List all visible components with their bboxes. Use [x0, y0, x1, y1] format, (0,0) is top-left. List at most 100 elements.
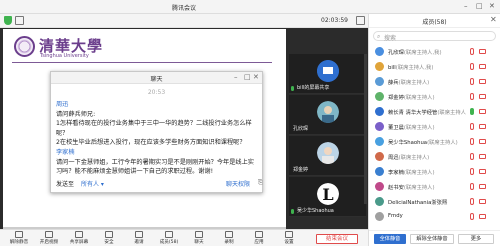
- member-row[interactable]: 赖长青 清华大学经管(联席主持人): [369, 105, 500, 118]
- video-tile[interactable]: L 吴少华Shaohua: [289, 177, 366, 217]
- close-icon[interactable]: ✕: [490, 15, 497, 24]
- close-icon[interactable]: ✕: [489, 2, 495, 11]
- member-row[interactable]: 李家楠(联席主持人): [369, 165, 500, 178]
- mic-icon[interactable]: [470, 198, 474, 205]
- camera-off-icon[interactable]: [479, 79, 486, 84]
- mic-icon[interactable]: [470, 213, 474, 220]
- camera-off-icon[interactable]: [479, 184, 486, 189]
- apps-button[interactable]: 应用: [244, 231, 274, 245]
- member-name-text: 赵书安: [388, 185, 404, 191]
- view-layout-icon[interactable]: [356, 16, 365, 25]
- member-name: 周迅(联席主持人): [388, 153, 466, 161]
- camera-off-icon[interactable]: [479, 199, 486, 204]
- window-title: 腾讯会议: [171, 5, 196, 12]
- member-row[interactable]: 吴少华Shaohua(联席主持人): [369, 135, 500, 148]
- security-label: 安全: [104, 240, 114, 245]
- minimize-icon[interactable]: –: [464, 2, 468, 11]
- member-name-text: 董卫晨: [388, 125, 404, 131]
- mic-icon[interactable]: [470, 123, 474, 130]
- camera-off-icon[interactable]: [479, 169, 486, 174]
- unmute-label: 解除静音: [9, 240, 29, 245]
- mic-icon[interactable]: [470, 153, 474, 160]
- camera-off-icon[interactable]: [479, 64, 486, 69]
- video-tile[interactable]: 孔欣琛: [289, 95, 366, 135]
- bottom-toolbar: 解除静音 开启视频 共享屏幕 安全 邀请 成员(58) 聊天 录制 应用 设置 …: [0, 229, 368, 246]
- members-icon: [165, 231, 173, 238]
- settings-button[interactable]: 设置: [274, 231, 304, 245]
- member-name: DelicialNathania浙张熙: [388, 198, 466, 206]
- info-icon[interactable]: [15, 16, 24, 25]
- mic-icon[interactable]: [470, 78, 474, 85]
- chat-dialog: 聊天 – □ ✕ 20:53 周迅 请问薛兵师兄: 1怎样看待现在的投行业务集中…: [50, 71, 263, 193]
- members-button[interactable]: 成员(58): [154, 231, 184, 245]
- chat-label: 聊天: [194, 240, 204, 245]
- mic-icon[interactable]: [470, 108, 474, 115]
- security-icon: [105, 231, 113, 238]
- camera-off-icon[interactable]: [479, 214, 486, 219]
- member-row[interactable]: bill(联席主持人,我): [369, 60, 500, 73]
- chat-input[interactable]: [56, 187, 259, 192]
- mic-icon: [15, 231, 23, 238]
- member-role: (联席主持人): [403, 95, 435, 101]
- mic-icon[interactable]: [470, 48, 474, 55]
- member-role: (联席主持人,我): [403, 50, 442, 56]
- mute-all-button[interactable]: 全体静音: [374, 234, 406, 244]
- member-name-text: DelicialNathania浙张熙: [388, 200, 448, 206]
- member-role: (联席主持人,我): [395, 65, 434, 71]
- invite-button[interactable]: 邀请: [124, 231, 154, 245]
- unmute-button[interactable]: 解除静音: [4, 231, 34, 245]
- mic-icon[interactable]: [470, 93, 474, 100]
- chat-icon: [195, 231, 203, 238]
- chat-messages: 周迅 请问薛兵师兄: 1怎样看待现在的投行业务集中于三中一华的趋势？二线投行业务…: [56, 100, 259, 177]
- member-name: 吴少华Shaohua(联席主持人): [388, 138, 466, 146]
- camera-off-icon[interactable]: [479, 154, 486, 159]
- tiles-scrollbar[interactable]: [364, 54, 367, 204]
- unmute-all-button[interactable]: 解除全体静音: [410, 234, 454, 244]
- mic-icon[interactable]: [470, 183, 474, 190]
- message-sender: 李家楠: [56, 148, 75, 156]
- member-name-text: Fmdy: [388, 213, 403, 219]
- camera-off-icon[interactable]: [479, 49, 486, 54]
- record-icon: [225, 231, 233, 238]
- camera-off-icon[interactable]: [479, 94, 486, 99]
- member-row[interactable]: 郑金婷(联席主持人): [369, 90, 500, 103]
- avatar: [375, 137, 384, 146]
- minimize-icon[interactable]: –: [234, 73, 238, 81]
- share-screen-button[interactable]: 共享屏幕: [64, 231, 94, 245]
- member-row[interactable]: Fmdy: [369, 210, 500, 223]
- member-row[interactable]: 周迅(联席主持人): [369, 150, 500, 163]
- video-tile[interactable]: 郑金婷: [289, 136, 366, 176]
- start-video-button[interactable]: 开启视频: [34, 231, 64, 245]
- shield-icon[interactable]: [4, 16, 12, 25]
- record-button[interactable]: 录制: [214, 231, 244, 245]
- camera-off-icon[interactable]: [479, 109, 486, 114]
- member-row[interactable]: DelicialNathania浙张熙: [369, 195, 500, 208]
- member-row[interactable]: 孔欣琛(联席主持人,我): [369, 45, 500, 58]
- member-search-input[interactable]: ⌕ 搜索: [373, 31, 496, 42]
- member-row[interactable]: 赵书安(联席主持人): [369, 180, 500, 193]
- end-meeting-button[interactable]: 结束会议: [316, 234, 358, 244]
- camera-off-icon[interactable]: [479, 124, 486, 129]
- maximize-icon[interactable]: □: [244, 73, 251, 81]
- file-icon[interactable]: ⎘: [258, 179, 263, 187]
- member-name-text: 周迅: [388, 155, 399, 161]
- mic-on-icon: [291, 209, 294, 214]
- member-row[interactable]: 薛兵(联席主持人): [369, 75, 500, 88]
- video-tile[interactable]: bill的屏幕共享: [289, 54, 366, 94]
- mic-icon[interactable]: [470, 63, 474, 70]
- tile-name: bill的屏幕共享: [297, 85, 330, 91]
- member-name-text: bill: [388, 65, 396, 71]
- mic-icon[interactable]: [470, 138, 474, 145]
- camera-off-icon[interactable]: [479, 139, 486, 144]
- more-button[interactable]: 更多: [458, 234, 494, 244]
- member-name: bill(联席主持人,我): [388, 63, 466, 71]
- mic-icon[interactable]: [470, 168, 474, 175]
- close-icon[interactable]: ✕: [253, 73, 259, 81]
- chat-button[interactable]: 聊天: [184, 231, 214, 245]
- member-row[interactable]: 董卫晨(联席主持人): [369, 120, 500, 133]
- security-button[interactable]: 安全: [94, 231, 124, 245]
- maximize-icon[interactable]: □: [476, 2, 483, 11]
- member-role: (联席主持人): [403, 170, 435, 176]
- avatar: [375, 152, 384, 161]
- share-screen-label: 共享屏幕: [69, 240, 89, 245]
